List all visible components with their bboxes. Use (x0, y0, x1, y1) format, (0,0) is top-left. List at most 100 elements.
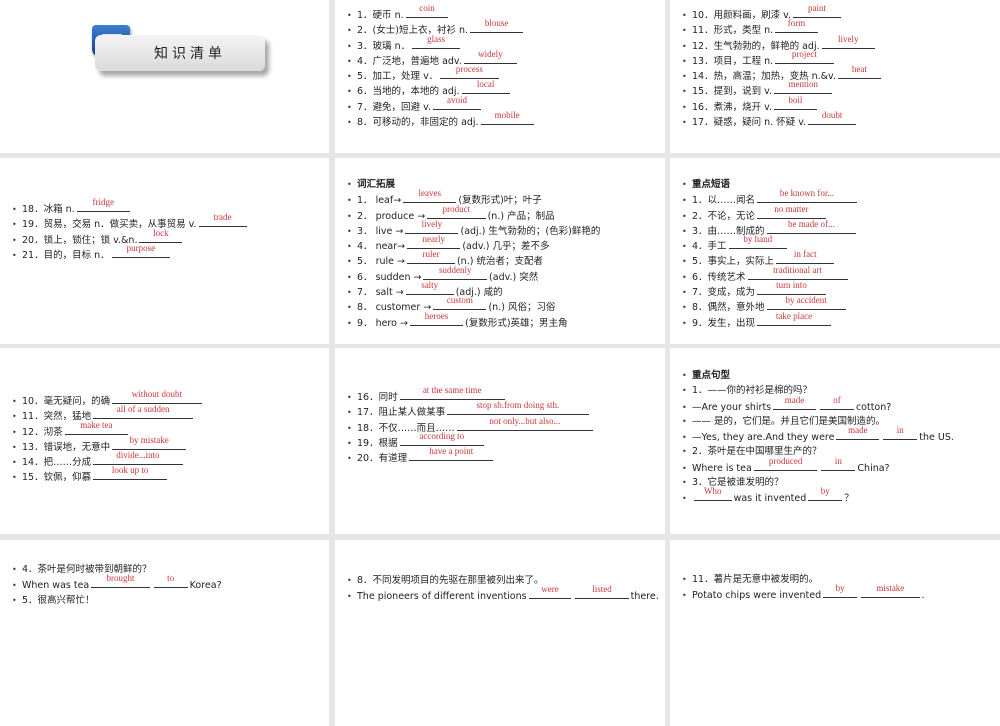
item-text: China? (857, 462, 890, 474)
list-item: • 1．以……闻名 be known for... (682, 188, 994, 207)
bullet-icon: • (12, 595, 17, 605)
item-text: (adj.) 生气勃勃的；(色彩)鲜艳的 (460, 225, 601, 237)
bullet-icon: • (682, 416, 687, 426)
slide-thumbnail-9[interactable]: • 重点句型 • 1．——你的衬衫是棉的吗？ • —Are your shirts made… (670, 348, 1000, 534)
answer-blank: trade (198, 212, 247, 228)
answer-blank: were (528, 584, 572, 600)
list-item: • 6．当地的，本地的 adj. local (347, 79, 659, 98)
answer-blank: Who (694, 486, 732, 502)
item-text: (n.) 产品；制品 (487, 210, 555, 222)
answer-blank: listed (575, 584, 629, 600)
answer-text: have a point (429, 446, 474, 457)
bullet-icon: • (347, 438, 352, 448)
bullet-icon: • (12, 220, 17, 230)
answer-blank: made (773, 395, 816, 410)
answer-text: all of a sudden (116, 404, 170, 415)
answer-text: make tea (80, 419, 113, 430)
list-item: • 14．把……分成 divide...into (12, 450, 323, 469)
list-item: • 5． rule → ruler (n.) 统治者；支配者 (347, 249, 659, 268)
bullet-icon: • (12, 235, 17, 245)
slide-thumbnail-12[interactable]: • 11．薯片是无意中被发明的。 • Potato chips were invent… (670, 540, 1000, 726)
item-text: 16．煮沸，烧开 v. (692, 101, 773, 113)
slide-content: • 18．冰箱 n. fridge • 19．贸易，交易 n．做买卖，从事贸易 v. tr… (12, 197, 323, 262)
answer-text: paint (808, 3, 827, 13)
bullet-icon: • (347, 118, 352, 128)
slide-content: • 重点短语 • 1．以……闻名 be known for... • 2．不论，无论 no m… (682, 177, 994, 330)
item-text: 9．发生，出现 (692, 317, 756, 329)
slide-thumbnail-8[interactable]: • 16．同时 at the same time • 17．阻止某人做某事 stop sb… (335, 348, 665, 534)
list-item: • 词汇拓展 (347, 177, 659, 192)
answer-blank: heroes (409, 311, 464, 326)
answer-blank: leaves (403, 188, 457, 204)
item-text: 8．不同发明项目的先驱在那里被列出来了。 (357, 575, 544, 586)
item-text: 20．有道理 (357, 453, 408, 465)
answer-text: brought (106, 573, 135, 584)
item-text: Where is tea (692, 462, 752, 474)
bullet-icon: • (682, 118, 687, 128)
answer-text: mistake (876, 583, 905, 594)
answer-blank: project (775, 49, 834, 64)
list-item: • 5．很高兴帮忙！ (12, 593, 323, 608)
slide-thumbnail-11[interactable]: • 8．不同发明项目的先驱在那里被列出来了。 • The pioneers of di… (335, 540, 665, 726)
item-text: (adv.) 突然 (489, 271, 539, 283)
answer-blank: made (836, 425, 880, 441)
slide-thumbnail-4[interactable]: • 18．冰箱 n. fridge • 19．贸易，交易 n．做买卖，从事贸易 v. tr… (0, 158, 329, 344)
item-text: 8．偶然，意外地 (692, 302, 765, 314)
list-item: • 21．目的，目标 n． purpose (12, 243, 323, 262)
answer-blank: by mistake (112, 435, 187, 450)
answer-blank: produced (753, 456, 818, 471)
bullet-icon: • (347, 576, 352, 585)
answer-text: lock (153, 227, 169, 238)
slide-thumbnail-2[interactable]: • 1．硬币 n. coin • 2．(女士)短上衣，衬衫 n. blouse • 3．玻璃 … (335, 0, 665, 153)
slide-thumbnail-7[interactable]: • 10．毫无疑问，的确 without doubt • 11．突然，猛地 all of … (0, 348, 329, 534)
answer-blank: boil (774, 95, 817, 110)
item-text: 9． hero → (357, 317, 408, 329)
answer-text: listed (592, 584, 612, 595)
item-text: 7． salt → (357, 287, 404, 299)
bullet-icon: • (682, 257, 687, 267)
slide-thumbnail-3[interactable]: • 10．用颜料画，刷漆 v. paint • 11．形式，类型 n. form • 12．生… (670, 0, 1000, 153)
slide-thumbnail-5[interactable]: • 词汇拓展 • 1． leaf→ leaves (复数形式)叶；叶子 • 2． produc… (335, 158, 665, 344)
bullet-icon: • (347, 408, 352, 418)
bullet-icon: • (682, 478, 687, 488)
slide-thumbnail-1[interactable]: 知识清单 (0, 0, 329, 153)
list-item: • 2． produce → product (n.) 产品；制品 (347, 204, 659, 223)
bullet-icon: • (682, 180, 687, 189)
bullet-icon: • (682, 591, 687, 601)
item-text: there. (630, 591, 659, 603)
list-item: • 4．广泛地，普遍地 adv. widely (347, 49, 659, 68)
answer-text: stop sb.from doing sth. (476, 400, 560, 411)
item-text: 17．疑惑，疑问 n. 怀疑 v. (692, 117, 807, 129)
list-item: • 15．钦佩，仰慕 look up to (12, 465, 323, 484)
bullet-icon: • (682, 102, 687, 112)
bullet-icon: • (12, 250, 17, 260)
answer-text: in (896, 425, 904, 436)
item-text: When was tea (22, 580, 90, 592)
list-item: • The pioneers of different inventions wer… (347, 584, 659, 603)
list-item: • 12．生气勃勃的，鲜艳的 adj. lively (682, 34, 994, 53)
slide-thumbnail-10[interactable]: • 4．茶叶是何时被带到朝鲜的？ • When was tea brought to Kor… (0, 540, 329, 726)
bullet-icon: • (682, 26, 687, 36)
slide-thumbnail-6[interactable]: • 重点短语 • 1．以……闻名 be known for... • 2．不论，无论 no m… (670, 158, 1000, 344)
bullet-icon: • (347, 318, 352, 328)
answer-text: glass (427, 33, 446, 44)
section-heading: 重点句型 (692, 370, 731, 381)
answer-blank: nearly (407, 234, 461, 250)
list-item: • 11．突然，猛地 all of a sudden (12, 404, 323, 423)
bullet-icon: • (347, 102, 352, 112)
item-text: 7．避免，回避 v. (357, 101, 431, 113)
answer-text: local (476, 79, 495, 90)
list-item: • 14．热，高温；加热，变热 n.&v. heat (682, 64, 994, 83)
answer-blank: in (883, 425, 918, 441)
answer-blank: avoid (432, 95, 481, 110)
bullet-icon: • (682, 288, 687, 298)
item-text: 15．钦佩，仰慕 (22, 472, 92, 484)
item-text: Potato chips were invented (692, 590, 822, 602)
list-item: • 15．提到，说到 v. mention (682, 79, 994, 98)
slide-content: • 11．薯片是无意中被发明的。 • Potato chips were invent… (682, 572, 994, 603)
bullet-icon: • (12, 458, 17, 468)
answer-blank: blouse (470, 18, 524, 34)
list-item: • 2．(女士)短上衣，衬衫 n. blouse (347, 18, 659, 37)
bullet-icon: • (682, 386, 687, 396)
bullet-icon: • (347, 56, 352, 66)
